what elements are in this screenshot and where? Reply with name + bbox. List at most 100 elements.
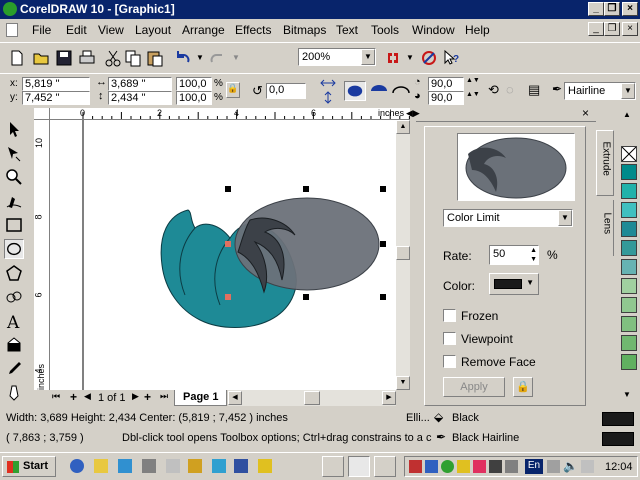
menu-layout[interactable]: Layout bbox=[135, 23, 171, 37]
tray-icon-8[interactable] bbox=[547, 460, 560, 473]
page-tab[interactable]: Page 1 bbox=[174, 390, 228, 406]
ellipse-mode-icon[interactable] bbox=[344, 81, 366, 101]
rotation-input[interactable]: 0,0 bbox=[266, 83, 306, 99]
interactive-fill-tool-icon[interactable] bbox=[4, 335, 24, 355]
new-icon[interactable] bbox=[8, 49, 26, 67]
eyedropper-tool-icon[interactable] bbox=[4, 359, 24, 379]
undo-icon[interactable] bbox=[174, 49, 192, 67]
menu-bitmaps[interactable]: Bitmaps bbox=[283, 23, 326, 37]
whats-this-icon[interactable]: ? bbox=[442, 49, 460, 67]
outline-width-select[interactable]: Hairline ▼ bbox=[564, 82, 636, 100]
lens-type-dropdown-icon[interactable]: ▼ bbox=[558, 210, 572, 226]
start-button[interactable]: Start bbox=[2, 456, 56, 477]
menu-help[interactable]: Help bbox=[465, 23, 490, 37]
quicklaunch-paint-icon[interactable] bbox=[188, 459, 202, 473]
palette-swatch[interactable] bbox=[621, 316, 637, 332]
apply-button[interactable]: Apply bbox=[443, 377, 505, 397]
task-button-coreldraw[interactable] bbox=[348, 456, 370, 477]
quicklaunch-explorer-icon[interactable] bbox=[94, 459, 108, 473]
palette-swatch[interactable] bbox=[621, 297, 637, 313]
prev-page-icon[interactable]: ◀ bbox=[84, 391, 91, 402]
pick-tool-icon[interactable] bbox=[4, 119, 24, 139]
ellipse-tool-icon[interactable] bbox=[4, 239, 24, 259]
outline-tool-icon[interactable] bbox=[4, 383, 24, 403]
copy-icon[interactable] bbox=[124, 49, 142, 67]
shape-tool-icon[interactable] bbox=[4, 143, 24, 163]
lens-type-select[interactable]: Color Limit ▼ bbox=[443, 209, 573, 227]
menu-file[interactable]: File bbox=[32, 23, 51, 37]
palette-scroll-up-icon[interactable]: ▲ bbox=[623, 110, 631, 119]
quicklaunch-desktop-icon[interactable] bbox=[118, 459, 132, 473]
palette-swatch[interactable] bbox=[621, 164, 637, 180]
freehand-tool-icon[interactable] bbox=[4, 191, 24, 211]
palette-swatch[interactable] bbox=[621, 221, 637, 237]
add-page-before-icon[interactable]: + bbox=[70, 390, 77, 404]
end-angle-input[interactable]: 90,0 bbox=[428, 91, 464, 105]
tray-icon-2[interactable] bbox=[425, 460, 438, 473]
y-position-input[interactable]: 7,452 " bbox=[22, 91, 90, 105]
quicklaunch-search-icon[interactable] bbox=[166, 459, 180, 473]
zoom-tool-icon[interactable] bbox=[4, 167, 24, 187]
horizontal-scroll-thumb[interactable] bbox=[304, 391, 320, 405]
remove-face-checkbox[interactable] bbox=[443, 355, 456, 368]
quicklaunch-player-icon[interactable] bbox=[258, 459, 272, 473]
viewpoint-checkbox[interactable] bbox=[443, 332, 456, 345]
start-angle-input[interactable]: 90,0 bbox=[428, 77, 464, 91]
scroll-right-icon[interactable]: ▶ bbox=[382, 391, 396, 405]
text-tool-icon[interactable]: A bbox=[4, 311, 24, 331]
lens-color-picker[interactable]: ▼ bbox=[489, 273, 539, 295]
end-angle-spin-icon[interactable]: ▲▼ bbox=[466, 91, 480, 98]
palette-swatch[interactable] bbox=[621, 183, 637, 199]
menu-view[interactable]: View bbox=[98, 23, 124, 37]
first-page-icon[interactable]: ⏮ bbox=[52, 391, 60, 402]
redo-dropdown-icon[interactable]: ▼ bbox=[232, 53, 240, 62]
palette-scroll-down-icon[interactable]: ▼ bbox=[623, 390, 631, 399]
tab-lens[interactable]: Lens bbox=[596, 200, 614, 256]
drawing-canvas[interactable] bbox=[50, 120, 396, 390]
palette-swatch[interactable] bbox=[621, 354, 637, 370]
mirror-horizontal-icon[interactable] bbox=[320, 77, 336, 90]
fill-swatch[interactable] bbox=[602, 412, 634, 426]
drawing-area[interactable] bbox=[50, 120, 396, 390]
wrap-text-icon[interactable]: ◌ bbox=[506, 82, 514, 97]
tab-extrude[interactable]: Extrude bbox=[596, 130, 614, 196]
start-angle-spin-icon[interactable]: ▲▼ bbox=[466, 77, 480, 84]
quicklaunch-app-icon[interactable] bbox=[142, 459, 156, 473]
scroll-down-icon[interactable]: ▼ bbox=[396, 376, 410, 390]
task-button-other[interactable] bbox=[374, 456, 396, 477]
scroll-up-icon[interactable]: ▲ bbox=[396, 120, 410, 134]
scale-x-input[interactable]: 100,0 bbox=[176, 77, 212, 91]
rectangle-tool-icon[interactable] bbox=[4, 215, 24, 235]
palette-swatch[interactable] bbox=[621, 335, 637, 351]
menu-tools[interactable]: Tools bbox=[371, 23, 399, 37]
print-icon[interactable] bbox=[78, 49, 96, 67]
language-indicator[interactable]: En bbox=[525, 459, 543, 474]
cut-icon[interactable] bbox=[104, 49, 122, 67]
doc-restore-button[interactable]: ❐ bbox=[604, 22, 620, 36]
add-page-after-icon[interactable]: + bbox=[144, 390, 151, 404]
docker-close-icon[interactable]: × bbox=[582, 106, 589, 120]
tray-icon-7[interactable] bbox=[505, 460, 518, 473]
lock-ratio-icon[interactable]: 🔒 bbox=[226, 82, 240, 98]
no-fill-swatch[interactable] bbox=[621, 146, 637, 162]
tray-icon-6[interactable] bbox=[489, 460, 502, 473]
vertical-scroll-thumb[interactable] bbox=[396, 246, 410, 260]
tray-icon-4[interactable] bbox=[457, 460, 470, 473]
menu-effects[interactable]: Effects bbox=[235, 23, 271, 37]
launcher-dropdown-icon[interactable]: ▼ bbox=[406, 53, 414, 62]
tray-icon-1[interactable] bbox=[409, 460, 422, 473]
palette-swatch[interactable] bbox=[621, 278, 637, 294]
undo-dropdown-icon[interactable]: ▼ bbox=[196, 53, 204, 62]
open-icon[interactable] bbox=[32, 49, 50, 67]
outline-width-dropdown-icon[interactable]: ▼ bbox=[621, 83, 635, 99]
maximize-button[interactable]: ❐ bbox=[604, 2, 620, 16]
direction-icon[interactable]: ⟲ bbox=[488, 82, 499, 98]
next-page-icon[interactable]: ▶ bbox=[132, 391, 139, 402]
ruler-origin[interactable] bbox=[34, 108, 50, 120]
vertical-scrollbar[interactable]: ▲ ▼ bbox=[396, 120, 410, 390]
quicklaunch-media-icon[interactable] bbox=[212, 459, 226, 473]
tray-icon-3[interactable] bbox=[441, 460, 454, 473]
arc-mode-icon[interactable] bbox=[390, 81, 412, 101]
menu-edit[interactable]: Edit bbox=[66, 23, 87, 37]
paste-icon[interactable] bbox=[146, 49, 164, 67]
